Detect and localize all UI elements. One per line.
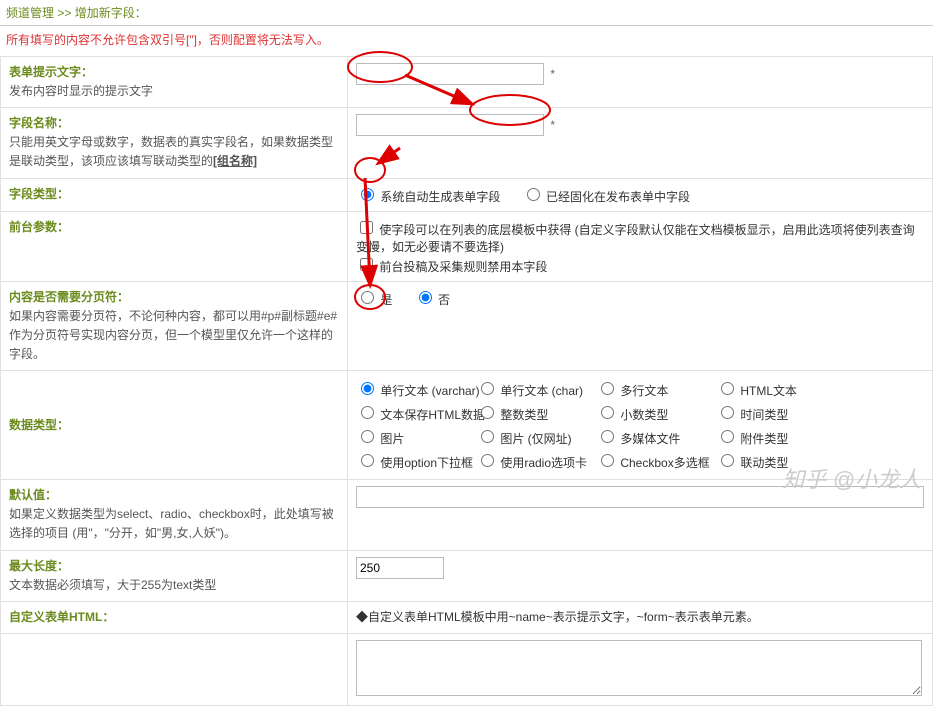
breadcrumb-current: 增加新字段： — [75, 6, 147, 20]
check-front-list[interactable]: 使字段可以在列表的底层模板中获得 (自定义字段默认仅能在文档模板显示，启用此选项… — [356, 223, 915, 254]
breadcrumb-root: 频道管理 — [6, 6, 54, 20]
row-ftype: 字段类型： 系统自动生成表单字段 已经固化在发布表单中字段 — [1, 178, 933, 211]
desc-name: 只能用英文字母或数字，数据表的真实字段名，如果数据类型是联动类型，该项应该填写联… — [9, 135, 333, 168]
label-name: 字段名称： — [9, 114, 339, 131]
radio-dtype-14[interactable]: Checkbox多选框 — [596, 456, 710, 470]
label-chtml: 自定义表单HTML： — [9, 608, 339, 625]
radio-dtype-8[interactable]: 图片 — [356, 432, 404, 446]
row-front: 前台参数： 使字段可以在列表的底层模板中获得 (自定义字段默认仅能在文档模板显示… — [1, 211, 933, 281]
radio-dtype-12[interactable]: 使用option下拉框 — [356, 456, 473, 470]
warning-text: 所有填写的内容不允许包含双引号["]，否则配置将无法写入。 — [0, 26, 933, 56]
input-maxlen[interactable] — [356, 557, 444, 579]
desc-tip: 发布内容时显示的提示文字 — [9, 84, 153, 98]
radio-dtype-3[interactable]: HTML文本 — [716, 384, 797, 398]
radio-split-yes[interactable]: 是 — [356, 293, 392, 307]
radio-dtype-6[interactable]: 小数类型 — [596, 408, 668, 422]
radio-dtype-2[interactable]: 多行文本 — [596, 384, 668, 398]
radio-dtype-1[interactable]: 单行文本 (char) — [476, 384, 583, 398]
input-default[interactable] — [356, 486, 924, 508]
label-ftype: 字段类型： — [9, 185, 339, 202]
radio-dtype-4[interactable]: 文本保存HTML数据 — [356, 408, 485, 422]
radio-dtype-5[interactable]: 整数类型 — [476, 408, 548, 422]
row-default: 默认值： 如果定义数据类型为select、radio、checkbox时，此处填… — [1, 480, 933, 550]
radio-ftype-auto[interactable]: 系统自动生成表单字段 — [356, 190, 500, 204]
check-front-disable[interactable]: 前台投稿及采集规则禁用本字段 — [356, 260, 547, 274]
label-split: 内容是否需要分页符： — [9, 288, 339, 305]
breadcrumb: 频道管理 >> 增加新字段： — [0, 0, 933, 26]
star-tip: * — [550, 67, 555, 81]
breadcrumb-sep: >> — [54, 6, 75, 20]
radio-ftype-fixed[interactable]: 已经固化在发布表单中字段 — [522, 190, 690, 204]
form-table: 表单提示文字： 发布内容时显示的提示文字 * 字段名称： 只能用英文字母或数字，… — [0, 56, 933, 706]
radio-dtype-15[interactable]: 联动类型 — [716, 456, 788, 470]
desc-maxlen: 文本数据必须填写，大于255为text类型 — [9, 578, 216, 592]
radio-dtype-11[interactable]: 附件类型 — [716, 432, 788, 446]
radio-dtype-0[interactable]: 单行文本 (varchar) — [356, 384, 480, 398]
row-name: 字段名称： 只能用英文字母或数字，数据表的真实字段名，如果数据类型是联动类型，该… — [1, 108, 933, 178]
desc-default: 如果定义数据类型为select、radio、checkbox时，此处填写被选择的… — [9, 507, 334, 540]
textarea-chtml[interactable] — [356, 640, 922, 696]
input-name[interactable] — [356, 114, 544, 136]
star-name: * — [550, 118, 555, 132]
chtml-note: ◆自定义表单HTML模板中用~name~表示提示文字，~form~表示表单元素。 — [356, 610, 759, 624]
row-dtype: 数据类型： 单行文本 (varchar) 单行文本 (char) 多行文本 HT… — [1, 371, 933, 480]
dtype-grid: 单行文本 (varchar) 单行文本 (char) 多行文本 HTML文本 文… — [356, 377, 924, 473]
row-split: 内容是否需要分页符： 如果内容需要分页符，不论何种内容，都可以用#p#副标题#e… — [1, 281, 933, 371]
row-chtml: 自定义表单HTML： ◆自定义表单HTML模板中用~name~表示提示文字，~f… — [1, 601, 933, 633]
desc-split: 如果内容需要分页符，不论何种内容，都可以用#p#副标题#e#作为分页符号实现内容… — [9, 309, 337, 361]
label-front: 前台参数： — [9, 218, 339, 235]
radio-dtype-10[interactable]: 多媒体文件 — [596, 432, 680, 446]
row-tip: 表单提示文字： 发布内容时显示的提示文字 * — [1, 57, 933, 108]
input-tip[interactable] — [356, 63, 544, 85]
row-maxlen: 最大长度： 文本数据必须填写，大于255为text类型 — [1, 550, 933, 601]
row-chtml-area — [1, 633, 933, 705]
radio-dtype-9[interactable]: 图片 (仅网址) — [476, 432, 572, 446]
radio-split-no[interactable]: 否 — [414, 293, 450, 307]
label-dtype: 数据类型： — [9, 416, 339, 433]
label-maxlen: 最大长度： — [9, 557, 339, 574]
radio-dtype-13[interactable]: 使用radio选项卡 — [476, 456, 587, 470]
label-default: 默认值： — [9, 486, 339, 503]
label-tip: 表单提示文字： — [9, 63, 339, 80]
radio-dtype-7[interactable]: 时间类型 — [716, 408, 788, 422]
